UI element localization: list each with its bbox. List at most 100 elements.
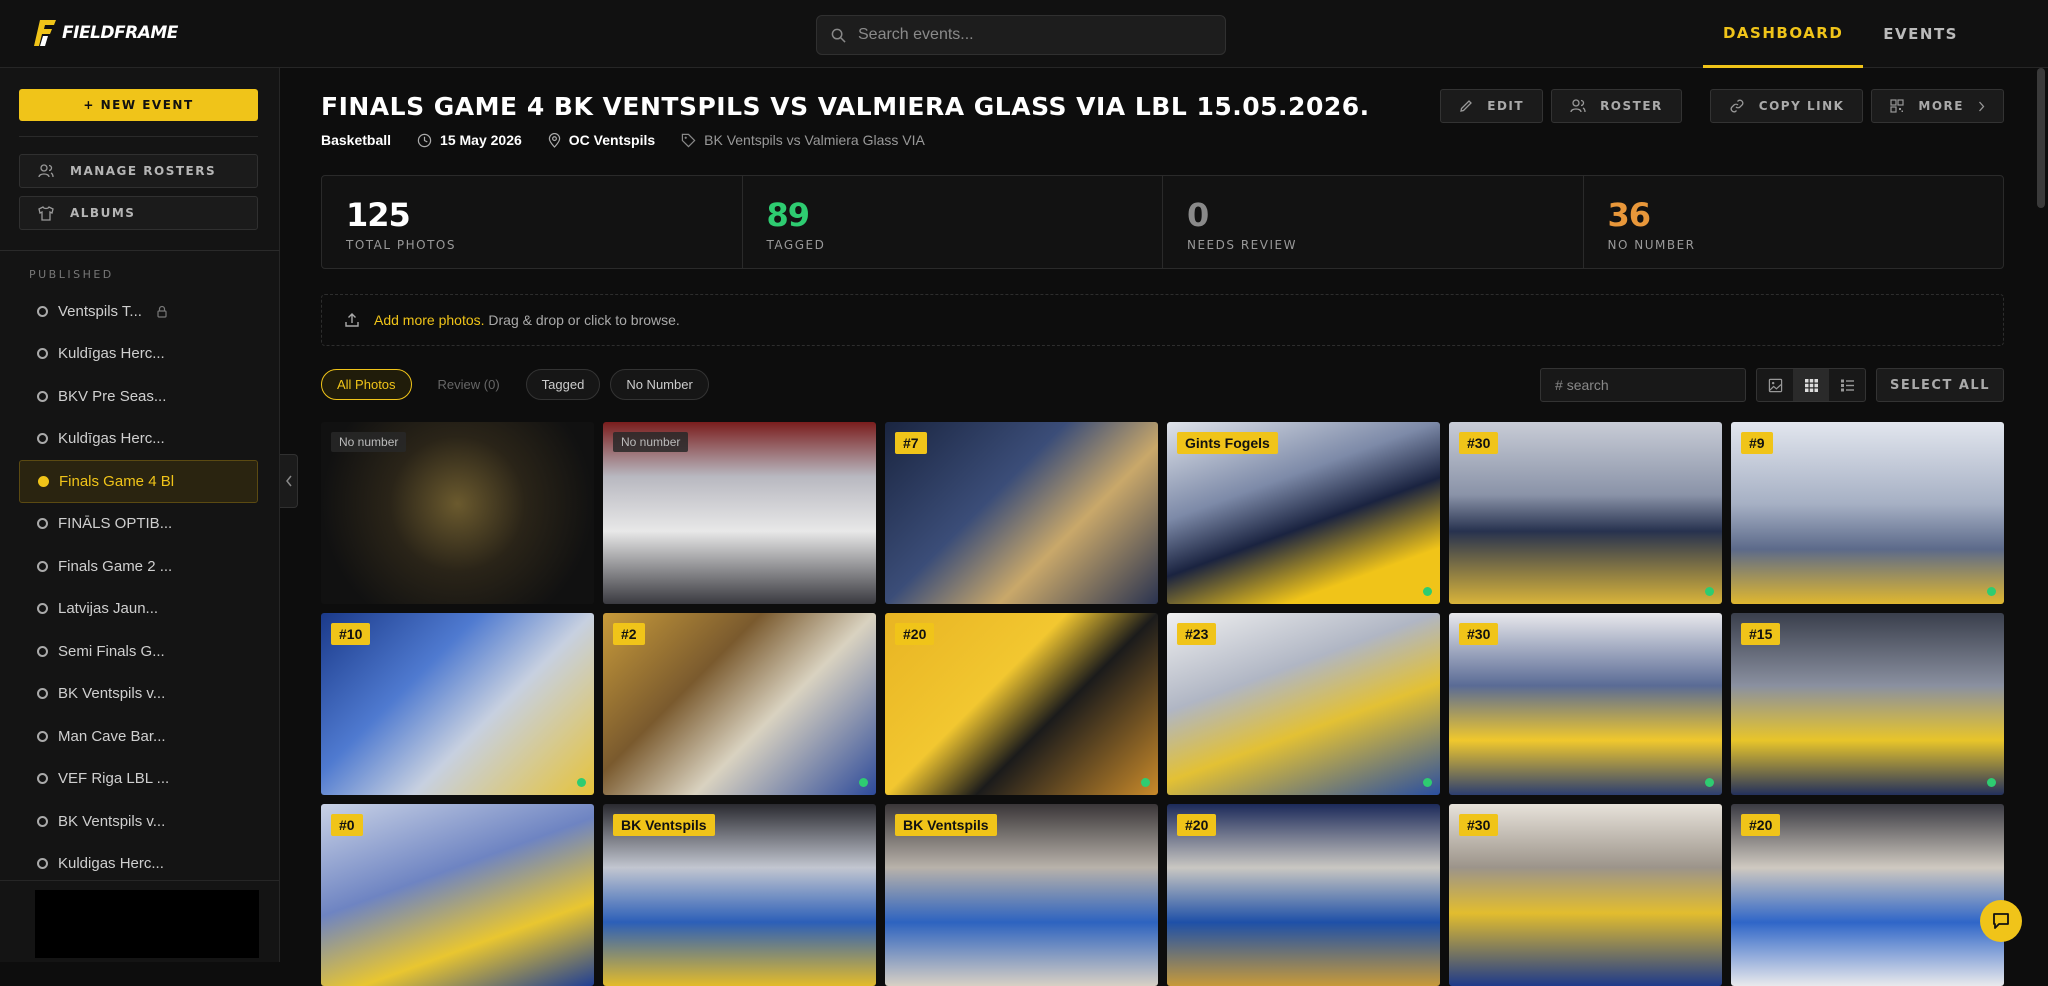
upload-dropzone[interactable]: Add more photos. Drag & drop or click to… bbox=[321, 294, 2004, 346]
photo-card[interactable]: #2 bbox=[603, 613, 876, 795]
event-item-label: FINĀLS OPTIB... bbox=[58, 515, 173, 533]
photo-card[interactable]: BK Ventspils bbox=[603, 804, 876, 986]
event-item[interactable]: Latvijas Jaun... bbox=[19, 588, 258, 631]
event-item[interactable]: Kuldigas Herc... bbox=[19, 843, 258, 886]
photo-tag: #10 bbox=[331, 623, 371, 645]
nav-events[interactable]: EVENTS bbox=[1863, 0, 1978, 68]
nav-dashboard[interactable]: DASHBOARD bbox=[1702, 0, 1864, 68]
event-item[interactable]: BK Ventspils v... bbox=[19, 673, 258, 716]
chevron-left-icon bbox=[285, 475, 292, 487]
status-dot-icon bbox=[37, 348, 48, 360]
add-photos-link[interactable]: Add more photos. bbox=[374, 312, 485, 328]
photo-card[interactable]: #20 bbox=[885, 613, 1158, 795]
page-scrollbar[interactable] bbox=[2037, 68, 2045, 208]
photo-tag: No number bbox=[613, 432, 689, 452]
event-venue: OC Ventspils bbox=[568, 132, 656, 148]
event-item[interactable]: BKV Pre Seas... bbox=[19, 375, 258, 418]
photo-tag: #20 bbox=[895, 623, 935, 645]
event-item[interactable]: FINĀLS OPTIB... bbox=[19, 503, 258, 546]
view-list-button[interactable] bbox=[1829, 369, 1865, 401]
stat-total-photos[interactable]: 125 TOTAL PHOTOS bbox=[322, 176, 743, 268]
event-item[interactable]: Ventspils T... bbox=[19, 290, 258, 333]
event-item-label: Kuldīgas Herc... bbox=[58, 345, 165, 363]
stat-value: 89 bbox=[766, 196, 811, 234]
photo-card[interactable]: BK Ventspils bbox=[885, 804, 1158, 986]
status-dot-icon bbox=[38, 475, 49, 487]
photo-card[interactable]: #7 bbox=[885, 422, 1158, 604]
edit-button[interactable]: EDIT bbox=[1440, 89, 1544, 123]
manage-rosters-button[interactable]: MANAGE ROSTERS bbox=[19, 154, 258, 188]
status-dot-icon bbox=[37, 305, 48, 317]
lock-icon bbox=[157, 305, 167, 318]
event-item[interactable]: BK Ventspils v... bbox=[19, 800, 258, 843]
new-event-button[interactable]: + NEW EVENT bbox=[19, 89, 258, 121]
event-item[interactable]: Kuldīgas Herc... bbox=[19, 418, 258, 461]
sidebar-collapse-button[interactable] bbox=[280, 454, 298, 508]
image-icon bbox=[1768, 378, 1782, 392]
photo-tag: #23 bbox=[1177, 623, 1217, 645]
stat-label: TOTAL PHOTOS bbox=[346, 238, 456, 252]
event-item-label: BKV Pre Seas... bbox=[58, 387, 167, 405]
photo-card[interactable]: #20 bbox=[1167, 804, 1440, 986]
event-item-label: BK Ventspils v... bbox=[58, 812, 166, 830]
event-item[interactable]: Kuldīgas Herc... bbox=[19, 333, 258, 376]
event-item[interactable]: Man Cave Bar... bbox=[19, 715, 258, 758]
photo-tag: BK Ventspils bbox=[613, 814, 715, 836]
tagged-status-icon bbox=[1423, 778, 1432, 787]
photo-card[interactable]: Gints Fogels bbox=[1167, 422, 1440, 604]
brand-logo[interactable]: FIELDFRAME bbox=[34, 20, 178, 46]
number-search-input[interactable] bbox=[1540, 368, 1747, 402]
photo-card[interactable]: #23 bbox=[1167, 613, 1440, 795]
user-panel[interactable] bbox=[35, 890, 259, 958]
albums-button[interactable]: ALBUMS bbox=[19, 196, 258, 230]
photo-card[interactable]: No number bbox=[321, 422, 594, 604]
photo-card[interactable]: #20 bbox=[1731, 804, 2004, 986]
upload-hint: Drag & drop or click to browse. bbox=[488, 312, 680, 328]
event-item[interactable]: Semi Finals G... bbox=[19, 630, 258, 673]
photo-card[interactable]: #30 bbox=[1449, 613, 1722, 795]
search-icon bbox=[831, 28, 846, 43]
grid-tools: SELECT ALL bbox=[1540, 368, 2004, 402]
chat-button[interactable] bbox=[1980, 900, 2022, 942]
photo-card[interactable]: #10 bbox=[321, 613, 594, 795]
filter-tagged[interactable]: Tagged bbox=[525, 369, 601, 400]
view-large-button[interactable] bbox=[1757, 369, 1793, 401]
copy-link-label: COPY LINK bbox=[1758, 99, 1845, 113]
filter-all-photos[interactable]: All Photos bbox=[321, 369, 412, 400]
photo-card[interactable]: #9 bbox=[1731, 422, 2004, 604]
sidebar-divider bbox=[19, 136, 258, 137]
page-title: FINALS GAME 4 BK VENTSPILS VS VALMIERA G… bbox=[321, 92, 1370, 121]
event-item-active[interactable]: Finals Game 4 Bl bbox=[19, 460, 258, 503]
photo-tag: No number bbox=[331, 432, 407, 452]
tagged-status-icon bbox=[1987, 587, 1996, 596]
view-mode-toggle bbox=[1756, 368, 1867, 402]
users-icon bbox=[1570, 99, 1586, 113]
select-all-button[interactable]: SELECT ALL bbox=[1876, 368, 2004, 402]
more-button[interactable]: MORE bbox=[1871, 89, 2004, 123]
photo-card[interactable]: No number bbox=[603, 422, 876, 604]
photo-card[interactable]: #0 bbox=[321, 804, 594, 986]
photo-card[interactable]: #15 bbox=[1731, 613, 2004, 795]
photo-tag: #9 bbox=[1741, 432, 1773, 454]
roster-button[interactable]: ROSTER bbox=[1551, 89, 1682, 123]
view-grid-button[interactable] bbox=[1793, 369, 1830, 401]
status-dot-icon bbox=[37, 688, 48, 700]
event-item-label: Semi Finals G... bbox=[58, 642, 165, 660]
shirt-icon bbox=[38, 205, 54, 221]
copy-link-button[interactable]: COPY LINK bbox=[1709, 89, 1864, 123]
tagged-status-icon bbox=[1423, 587, 1432, 596]
stat-label: NEEDS REVIEW bbox=[1187, 238, 1297, 252]
filter-no-number[interactable]: No Number bbox=[610, 369, 709, 400]
stat-needs-review[interactable]: 0 NEEDS REVIEW bbox=[1163, 176, 1584, 268]
search-input[interactable] bbox=[858, 26, 1198, 44]
stat-tagged[interactable]: 89 TAGGED bbox=[743, 176, 1163, 268]
photo-card[interactable]: #30 bbox=[1449, 804, 1722, 986]
photo-card[interactable]: #30 bbox=[1449, 422, 1722, 604]
clock-icon bbox=[417, 133, 432, 147]
stat-no-number[interactable]: 36 NO NUMBER bbox=[1584, 176, 2004, 268]
filter-review[interactable]: Review (0) bbox=[422, 369, 516, 400]
event-item-label: Finals Game 4 Bl bbox=[59, 472, 175, 490]
event-item[interactable]: VEF Riga LBL ... bbox=[19, 758, 258, 801]
event-item[interactable]: Finals Game 2 ... bbox=[19, 545, 258, 588]
event-search[interactable] bbox=[816, 15, 1226, 55]
